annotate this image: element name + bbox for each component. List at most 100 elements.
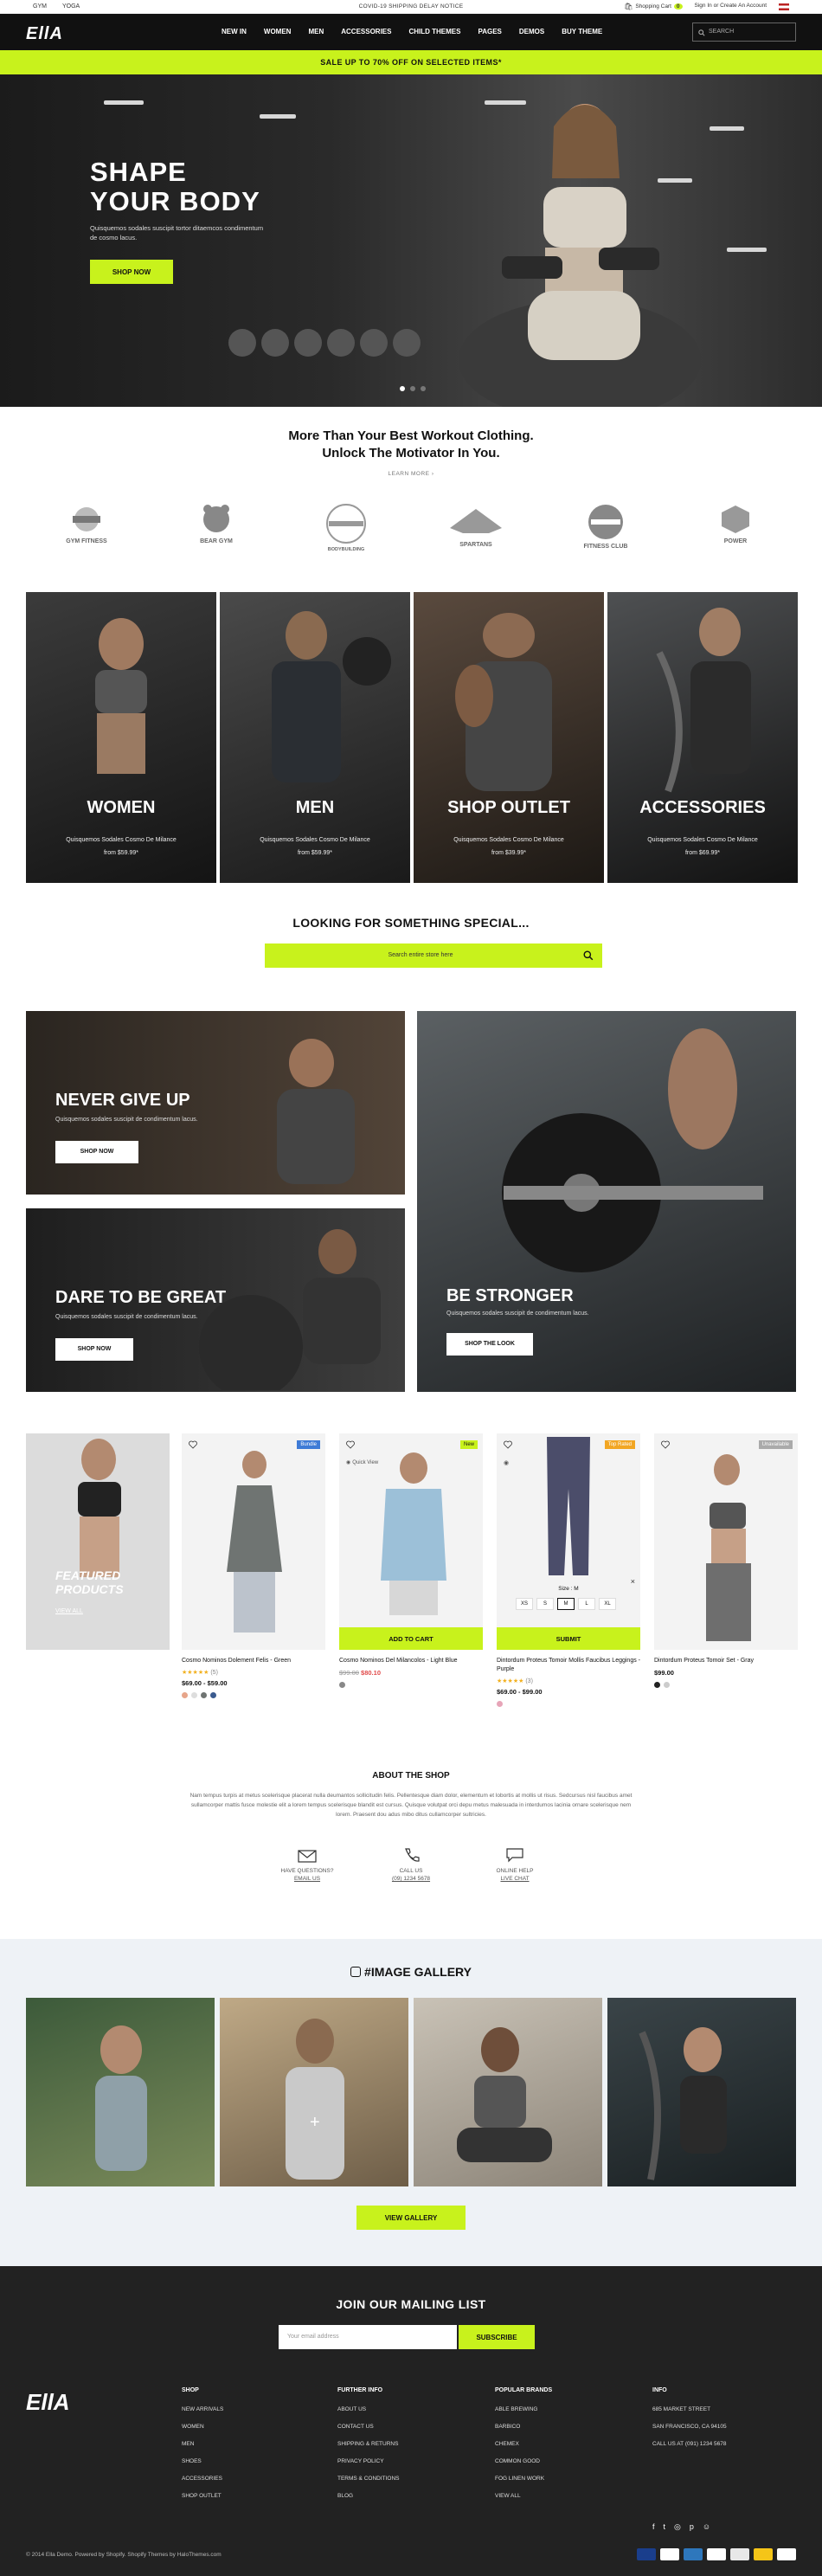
gallery-image[interactable] [607, 1998, 796, 2186]
footer-logo[interactable]: EllA [26, 2389, 70, 2416]
gallery-image[interactable]: + [220, 1998, 408, 2186]
banner-shop-now-button[interactable]: SHOP NOW [55, 1141, 138, 1163]
footer-link[interactable]: WOMEN [182, 2418, 223, 2436]
nav-women[interactable]: WOMEN [264, 28, 292, 35]
footer-link[interactable]: TERMS & CONDITIONS [337, 2470, 400, 2488]
footer-link[interactable]: ABOUT US [337, 2401, 400, 2418]
color-swatch[interactable] [210, 1692, 216, 1698]
featured-products-tile[interactable]: FEATURED PRODUCTS VIEW ALL [26, 1433, 170, 1650]
learn-more-link[interactable]: LEARN MORE › [0, 471, 822, 477]
nav-buy-theme[interactable]: BUY THEME [562, 28, 602, 35]
banner-shop-the-look-button[interactable]: SHOP THE LOOK [446, 1333, 533, 1356]
hero-shop-now-button[interactable]: SHOP NOW [90, 260, 173, 284]
color-swatch[interactable] [664, 1682, 670, 1688]
store-search-input[interactable]: Search entire store here [265, 943, 602, 968]
size-option[interactable]: L [578, 1598, 595, 1610]
account-link[interactable]: Sign In or Create An Account [695, 3, 767, 10]
newsletter-email-input[interactable]: Your email address [279, 2325, 457, 2349]
cart-link[interactable]: 🛍 Shopping Cart 0 [624, 3, 683, 10]
about-item-link[interactable]: EMAIL US [268, 1876, 346, 1882]
search-icon[interactable] [583, 950, 594, 961]
nav-pages[interactable]: PAGES [478, 28, 501, 35]
heart-icon[interactable] [661, 1440, 670, 1449]
product-image[interactable]: Top Rated ◉ × Size : M XS S M L XL SUBMI… [497, 1433, 640, 1650]
size-option[interactable]: XL [599, 1598, 616, 1610]
brand-logo-bodybuilding[interactable]: BODYBUILDING [311, 502, 381, 563]
banner-never-give-up[interactable]: NEVER GIVE UP Quisquemos sodales suscipi… [26, 1011, 405, 1195]
footer-link[interactable]: ACCESSORIES [182, 2470, 223, 2488]
color-swatch[interactable] [182, 1692, 188, 1698]
slider-dot[interactable] [400, 386, 405, 391]
product-image[interactable]: Bundle [182, 1433, 325, 1650]
brand-logo-spartans[interactable]: SPARTANS [441, 502, 511, 563]
product-name[interactable]: Cosmo Nominos Del Milancolos - Light Blu… [339, 1657, 483, 1665]
about-call[interactable]: CALL US (09) 1234 5678 [372, 1847, 450, 1882]
color-swatch[interactable] [497, 1701, 503, 1707]
snapchat-icon[interactable]: ☺ [703, 2522, 710, 2532]
category-tile-women[interactable]: WOMEN Quisquemos Sodales Cosmo De Milanc… [26, 592, 216, 883]
footer-link[interactable]: FOG LINEN WORK [495, 2470, 552, 2488]
view-all-link[interactable]: VIEW ALL [55, 1608, 83, 1614]
size-option[interactable]: XS [516, 1598, 533, 1610]
about-item-link[interactable]: (09) 1234 5678 [372, 1876, 450, 1882]
banner-dare-to-be-great[interactable]: DARE TO BE GREAT Quisquemos sodales susc… [26, 1208, 405, 1392]
footer-link[interactable]: SHIPPING & RETURNS [337, 2436, 400, 2453]
gallery-image[interactable] [26, 1998, 215, 2186]
product-card[interactable]: Unavailable Dintordum Proteus Tomoir Set… [654, 1433, 798, 1688]
brand-logo-fitness-club[interactable]: FITNESS CLUB [571, 502, 640, 563]
gallery-image[interactable] [414, 1998, 602, 2186]
product-card[interactable]: Bundle Cosmo Nominos Dolement Felis - Gr… [182, 1433, 325, 1698]
heart-icon[interactable] [346, 1440, 355, 1449]
about-item-link[interactable]: LIVE CHAT [476, 1876, 554, 1882]
site-logo[interactable]: EllA [26, 24, 63, 44]
footer-link[interactable]: CONTACT US [337, 2418, 400, 2436]
footer-link[interactable]: SHOES [182, 2453, 223, 2470]
footer-link[interactable]: SHOP OUTLET [182, 2488, 223, 2505]
color-swatch[interactable] [201, 1692, 207, 1698]
product-card[interactable]: Top Rated ◉ × Size : M XS S M L XL SUBMI… [497, 1433, 640, 1707]
brand-logo-gym-fitness[interactable]: GYM FITNESS [52, 502, 121, 563]
footer-link[interactable]: MEN [182, 2436, 223, 2453]
nav-child-themes[interactable]: CHILD THEMES [408, 28, 460, 35]
footer-link[interactable]: ABLE BREWING [495, 2401, 552, 2418]
heart-icon[interactable] [189, 1440, 197, 1449]
slider-dot[interactable] [421, 386, 426, 391]
footer-link[interactable]: BLOG [337, 2488, 400, 2505]
footer-link[interactable]: COMMON GOOD [495, 2453, 552, 2470]
product-image[interactable]: New ◉ Quick View ADD TO CART [339, 1433, 483, 1650]
size-option-selected[interactable]: M [557, 1598, 575, 1610]
brand-logo-power[interactable]: POWER [701, 502, 770, 563]
product-name[interactable]: Cosmo Nominos Dolement Felis - Green [182, 1657, 325, 1665]
category-tile-shop-outlet[interactable]: SHOP OUTLET Quisquemos Sodales Cosmo De … [414, 592, 604, 883]
add-to-cart-button[interactable]: ADD TO CART [339, 1627, 483, 1650]
footer-phone[interactable]: CALL US AT (091) 1234 5678 [652, 2436, 727, 2453]
flag-icon[interactable] [779, 3, 789, 10]
promo-bar[interactable]: SALE UP TO 70% OFF ON SELECTED ITEMS* [0, 50, 822, 74]
banner-be-stronger[interactable]: BE STRONGER Quisquemos sodales suscipit … [417, 1011, 796, 1392]
slider-dot[interactable] [410, 386, 415, 391]
product-image[interactable]: Unavailable [654, 1433, 798, 1650]
product-card[interactable]: New ◉ Quick View ADD TO CART Cosmo Nomino… [339, 1433, 483, 1688]
footer-link[interactable]: PRIVACY POLICY [337, 2453, 400, 2470]
pinterest-icon[interactable]: p [690, 2522, 694, 2532]
view-gallery-button[interactable]: VIEW GALLERY [356, 2206, 466, 2230]
size-option[interactable]: S [536, 1598, 554, 1610]
instagram-icon[interactable]: ◎ [674, 2522, 681, 2532]
search-input[interactable]: SEARCH [692, 23, 796, 42]
color-swatch[interactable] [191, 1692, 197, 1698]
color-swatch[interactable] [654, 1682, 660, 1688]
brand-logo-bear-gym[interactable]: BEAR GYM [182, 502, 251, 563]
heart-icon[interactable] [504, 1440, 512, 1449]
eye-icon[interactable]: ◉ [504, 1459, 509, 1466]
product-name[interactable]: Dintordum Proteus Tomoir Mollis Faucibus… [497, 1657, 640, 1674]
color-swatch[interactable] [339, 1682, 345, 1688]
footer-link[interactable]: NEW ARRIVALS [182, 2401, 223, 2418]
footer-link[interactable]: BARBICO [495, 2418, 552, 2436]
product-name[interactable]: Dintordum Proteus Tomoir Set - Gray [654, 1657, 798, 1665]
footer-link[interactable]: VIEW ALL [495, 2488, 552, 2505]
close-icon[interactable]: × [631, 1577, 635, 1586]
about-chat[interactable]: ONLINE HELP LIVE CHAT [476, 1847, 554, 1882]
nav-accessories[interactable]: ACCESSORIES [341, 28, 391, 35]
submit-button[interactable]: SUBMIT [497, 1627, 640, 1650]
twitter-icon[interactable]: t [664, 2522, 666, 2532]
